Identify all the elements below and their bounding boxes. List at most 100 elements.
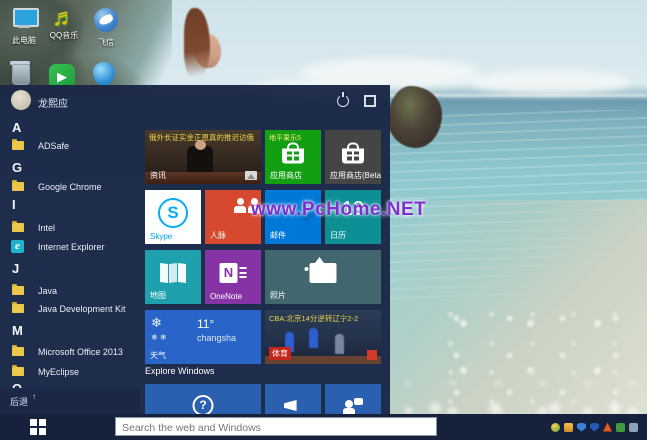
tile-label: 应用商店(Beta) xyxy=(330,170,381,181)
tile-label: 体育 xyxy=(269,347,291,360)
snowflake-icon: ❄ ❄ ❄ xyxy=(151,316,191,344)
desktop-icon-label: 此电脑 xyxy=(4,36,44,45)
weather-temperature: 11° xyxy=(197,317,214,331)
weather-city: changsha xyxy=(197,333,236,343)
taskbar-search[interactable] xyxy=(115,417,437,436)
app-label: Java Development Kit xyxy=(38,304,126,314)
internet-explorer-icon: e xyxy=(11,240,24,253)
tile-maps[interactable]: 地图 xyxy=(145,250,201,304)
tile-label: 地图 xyxy=(150,290,166,301)
app-list-item-internet-explorer[interactable]: eInternet Explorer xyxy=(0,239,140,256)
user-avatar[interactable] xyxy=(11,90,31,110)
tile-skype[interactable]: S Skype xyxy=(145,190,201,244)
recycle-bin-icon xyxy=(10,60,30,84)
tray-updater-icon[interactable] xyxy=(551,423,560,432)
app-label: Google Chrome xyxy=(38,182,102,192)
tile-label: Skype xyxy=(150,232,172,241)
skype-logo-icon: S xyxy=(158,198,188,228)
map-icon xyxy=(160,263,186,282)
folder-icon xyxy=(12,367,24,376)
tile-photos[interactable]: 照片 xyxy=(265,250,381,304)
start-menu: 龙熙应 A ADSafe G Google Chrome I Intel eIn… xyxy=(0,85,390,414)
tile-label: 邮件 xyxy=(270,230,286,241)
tile-feedback[interactable] xyxy=(265,384,321,414)
desktop-icon-fetion[interactable]: 飞信 xyxy=(86,8,126,47)
explore-windows-header: Explore Windows xyxy=(145,366,215,376)
app-list-item-myeclipse[interactable]: MyEclipse xyxy=(0,364,140,381)
power-icon[interactable] xyxy=(337,95,349,107)
megaphone-icon xyxy=(284,400,302,411)
app-label: Java xyxy=(38,286,57,296)
system-tray xyxy=(551,421,643,433)
sports-badge-icon xyxy=(367,350,377,360)
photo-icon xyxy=(245,171,257,180)
desktop-icon-qq-music[interactable]: ♬ QQ音乐 xyxy=(44,6,84,40)
app-list-letter-j[interactable]: J xyxy=(12,261,152,278)
app-label: ADSafe xyxy=(38,141,69,151)
app-list-item-adsafe[interactable]: ADSafe xyxy=(0,138,140,155)
app-list-letter-m[interactable]: M xyxy=(12,323,152,340)
tile-store[interactable]: 地平果乐5 应用商店 xyxy=(265,130,321,184)
folder-icon xyxy=(12,223,24,232)
desktop-screen: { "desktop": { "icons": [ {"label": "此电脑… xyxy=(0,0,647,440)
tile-store-beta[interactable]: 应用商店(Beta) xyxy=(325,130,381,184)
app-list-letter-i[interactable]: I xyxy=(12,197,152,214)
app-list-item-java-development-kit[interactable]: Java Development Kit xyxy=(0,301,140,318)
desktop-icon-label: 飞信 xyxy=(86,38,126,47)
app-list-item-microsoft-office-2013[interactable]: Microsoft Office 2013 xyxy=(0,344,140,361)
cloud xyxy=(470,70,630,94)
tile-weather[interactable]: ❄ ❄ ❄ 11° changsha 天气 xyxy=(145,310,261,364)
question-mark-icon: ? xyxy=(193,395,214,414)
tile-get-started[interactable]: ? xyxy=(145,384,261,414)
folder-icon xyxy=(12,182,24,191)
support-person-icon xyxy=(343,398,363,414)
back-label: 后退 xyxy=(10,395,28,408)
desktop-icon-this-pc[interactable]: 此电脑 xyxy=(4,8,44,45)
computer-icon xyxy=(11,8,37,30)
tile-label: 人脉 xyxy=(210,230,226,241)
tile-label: OneNote xyxy=(210,292,242,301)
app-list-letter-a[interactable]: A xyxy=(12,120,152,137)
expand-start-menu-icon[interactable] xyxy=(364,95,376,107)
user-name[interactable]: 龙熙应 xyxy=(38,95,68,110)
tile-news[interactable]: 俄外长证实金正恩真的推迟访俄 资讯 xyxy=(145,130,261,184)
tray-green-app-icon[interactable] xyxy=(616,423,625,432)
tray-shield-icon[interactable] xyxy=(577,423,586,432)
tile-label: 照片 xyxy=(270,290,286,301)
app-label: Microsoft Office 2013 xyxy=(38,347,123,357)
tray-alert-icon[interactable] xyxy=(603,423,612,432)
app-list-item-google-chrome[interactable]: Google Chrome xyxy=(0,179,140,196)
tile-onenote[interactable]: N OneNote xyxy=(205,250,261,304)
tile-sports[interactable]: CBA:北京14分逆转辽宁2-2 体育 xyxy=(265,310,381,364)
tile-label: 天气 xyxy=(150,350,166,361)
site-watermark: www.PcHome.NET xyxy=(251,199,426,221)
taskbar xyxy=(0,414,647,440)
dove-icon xyxy=(94,8,118,32)
tray-folder-icon[interactable] xyxy=(564,423,573,432)
app-list-item-intel[interactable]: Intel xyxy=(0,220,140,237)
search-input[interactable] xyxy=(116,420,436,437)
start-menu-header: 龙熙应 xyxy=(0,85,390,115)
store-bag-icon xyxy=(342,148,364,163)
photos-icon xyxy=(310,263,337,283)
folder-icon xyxy=(12,304,24,313)
start-button-windows-icon[interactable] xyxy=(30,419,46,435)
up-arrow-icon: ↑ xyxy=(32,392,36,401)
app-list-letter-g[interactable]: G xyxy=(12,160,152,177)
folder-icon xyxy=(12,347,24,356)
store-bag-icon xyxy=(282,148,304,163)
tile-label: 日历 xyxy=(330,230,346,241)
tile-label: 应用商店 xyxy=(270,170,302,181)
water-drop-icon xyxy=(93,62,115,86)
app-list-item-java[interactable]: Java xyxy=(0,283,140,300)
news-headline: 俄外长证实金正恩真的推迟访俄 xyxy=(149,133,258,142)
tile-contact-support[interactable] xyxy=(325,384,381,414)
sports-player-figure xyxy=(309,328,318,348)
tray-ime-icon[interactable] xyxy=(629,423,638,432)
app-label: Intel xyxy=(38,223,55,233)
folder-icon xyxy=(12,141,24,150)
tile-label: 资讯 xyxy=(150,170,166,181)
store-badge-text: 地平果乐5 xyxy=(269,133,301,143)
tray-security-shield-icon[interactable] xyxy=(590,423,599,432)
back-button[interactable]: 后退 ↑ xyxy=(0,388,140,414)
